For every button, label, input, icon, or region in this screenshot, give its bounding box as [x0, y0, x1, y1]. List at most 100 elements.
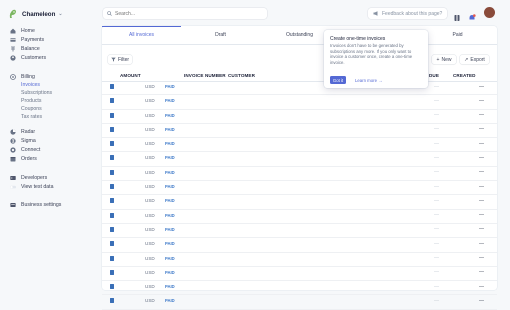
currency-label: USD [145, 269, 155, 275]
settings-icon [10, 202, 16, 208]
user-avatar[interactable] [484, 7, 495, 18]
account-switcher[interactable]: Chameleon ⌄ [9, 8, 63, 20]
created-value: — [479, 297, 484, 304]
created-value: — [479, 197, 484, 204]
table-row[interactable]: USD PAID — — [102, 81, 497, 96]
sidebar-item-business-settings[interactable]: Business settings [10, 201, 61, 208]
invoice-icon [110, 84, 114, 89]
table-row[interactable]: USD PAID — — [102, 295, 497, 310]
currency-label: USD [145, 126, 155, 132]
status-badge: PAID [165, 184, 175, 190]
tab-paid[interactable]: Paid [418, 26, 497, 44]
created-value: — [479, 283, 484, 290]
sidebar-subitem-invoices[interactable]: Invoices [21, 81, 40, 88]
sidebar-item-sigma[interactable]: Sigma [10, 137, 36, 144]
currency-label: USD [145, 241, 155, 247]
account-name: Chameleon [22, 10, 56, 18]
table-row[interactable]: USD PAID — — [102, 110, 497, 124]
currency-label: USD [145, 255, 155, 261]
sidebar-item-billing[interactable]: Billing [10, 73, 35, 80]
due-value: — [434, 126, 439, 133]
sidebar-subitem-subscriptions[interactable]: Subscriptions [21, 89, 52, 96]
created-value: — [479, 212, 484, 219]
invoice-icon [110, 184, 114, 190]
help-icon[interactable] [453, 9, 461, 21]
invoice-icon [110, 298, 114, 304]
status-badge: PAID [165, 226, 175, 232]
column-due[interactable]: DUE [429, 73, 439, 78]
export-icon: ↗ [464, 56, 469, 63]
got-it-button[interactable]: Got it [330, 76, 346, 84]
invoice-icon [110, 212, 114, 218]
filter-button[interactable]: Filter [108, 55, 132, 64]
search-icon [107, 11, 112, 16]
created-value: — [479, 97, 484, 104]
notifications-bell-icon[interactable] [468, 9, 476, 20]
search-box[interactable] [103, 8, 267, 19]
search-input[interactable] [115, 10, 255, 17]
status-badge: PAID [165, 141, 175, 147]
feedback-button[interactable]: Feedback about this page? [368, 8, 447, 19]
column-created[interactable]: CREATED [453, 73, 476, 78]
chevron-down-icon: ⌄ [58, 11, 63, 17]
billing-icon [10, 73, 16, 80]
status-badge: PAID [165, 269, 175, 275]
toggle-icon [10, 184, 16, 190]
currency-label: USD [145, 226, 155, 232]
sidebar-item-payments[interactable]: Payments [10, 36, 44, 43]
due-value: — [434, 240, 439, 247]
table-row[interactable]: USD PAID — — [102, 124, 497, 139]
tab-draft[interactable]: Draft [181, 26, 260, 44]
status-badge: PAID [165, 198, 175, 204]
sidebar-subitem-tax-rates[interactable]: Tax rates [21, 113, 42, 120]
filter-label: Filter [117, 56, 130, 63]
due-value: — [434, 197, 439, 204]
status-badge: PAID [165, 112, 175, 118]
table-row[interactable]: USD PAID — — [102, 267, 497, 282]
sidebar-subitem-coupons[interactable]: Coupons [21, 105, 42, 112]
sidebar-item-developers[interactable]: Developers [10, 174, 47, 181]
currency-label: USD [145, 84, 155, 89]
due-value: — [434, 97, 439, 104]
invoice-icon [110, 98, 114, 104]
plus-icon: + [436, 56, 440, 63]
export-button[interactable]: ↗ Export [460, 55, 489, 64]
sidebar-item-balance[interactable]: Balance [10, 45, 40, 52]
column-customer[interactable]: CUSTOMER [228, 73, 255, 78]
currency-label: USD [145, 198, 155, 204]
table-row[interactable]: USD PAID — — [102, 224, 497, 239]
table-row[interactable]: USD PAID — — [102, 281, 497, 296]
table-row[interactable]: USD PAID — — [102, 95, 497, 110]
sidebar-item-label: Orders [21, 155, 37, 162]
sidebar-item-home[interactable]: Home [10, 27, 35, 34]
column-invoice-number[interactable]: INVOICE NUMBER [184, 73, 226, 78]
column-amount[interactable]: AMOUNT [120, 73, 141, 78]
sidebar-item-orders[interactable]: Orders [10, 155, 37, 162]
sidebar-item-connect[interactable]: Connect [10, 146, 40, 153]
due-value: — [434, 297, 439, 304]
view-test-data-toggle[interactable]: View test data [10, 183, 54, 190]
sidebar-item-radar[interactable]: Radar [10, 128, 35, 135]
learn-more-link[interactable]: Learn more → [355, 78, 382, 83]
sidebar-subitem-products[interactable]: Products [21, 97, 41, 104]
popover-title: Create one-time invoices [330, 36, 386, 42]
table-row[interactable]: USD PAID — — [102, 152, 497, 167]
sidebar-item-label: Connect [21, 146, 41, 153]
feedback-label: Feedback about this page? [382, 10, 443, 17]
tab-all-invoices[interactable]: All invoices [102, 26, 181, 44]
table-row[interactable]: USD PAID — — [102, 138, 497, 153]
due-value: — [434, 140, 439, 147]
invoices-panel: All invoices Draft Outstanding Past due … [102, 26, 497, 310]
invoice-rows: USD PAID — — USD PAID — — USD PAID — — USD PAID — — USD P… [102, 81, 497, 310]
status-badge: PAID [165, 212, 175, 218]
table-row[interactable]: USD PAID — — [102, 195, 497, 210]
sidebar-item-customers[interactable]: Customers [10, 54, 46, 61]
table-row[interactable]: USD PAID — — [102, 167, 497, 182]
new-invoice-button[interactable]: + New [432, 55, 456, 64]
table-row[interactable]: USD PAID — — [102, 210, 497, 224]
table-row[interactable]: USD PAID — — [102, 253, 497, 267]
table-row[interactable]: USD PAID — — [102, 181, 497, 196]
table-row[interactable]: USD PAID — — [102, 238, 497, 253]
created-value: — [479, 140, 484, 147]
orders-icon [10, 156, 16, 162]
